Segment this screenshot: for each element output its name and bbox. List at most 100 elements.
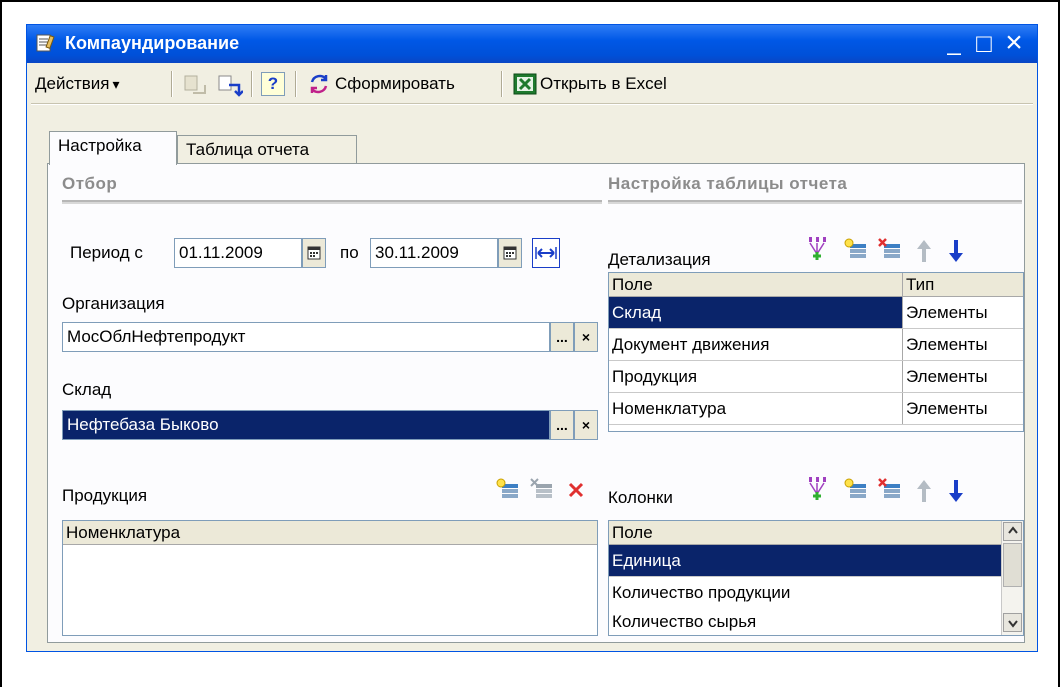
period-to-label: по	[340, 243, 359, 262]
close-button[interactable]: ×	[1001, 28, 1027, 58]
move-up-icon[interactable]	[914, 478, 934, 504]
detail-table-header: Поле Тип	[609, 273, 1023, 297]
actions-menu[interactable]: Действия ▾	[35, 67, 120, 101]
save-settings-icon[interactable]	[183, 73, 209, 97]
tab-report-table[interactable]: Таблица отчета	[177, 135, 357, 163]
warehouse-choose-button[interactable]: ...	[550, 410, 574, 440]
move-down-icon[interactable]	[946, 238, 966, 264]
table-row[interactable]: Склад Элементы	[609, 297, 1023, 329]
restore-settings-icon[interactable]	[217, 73, 243, 97]
excel-icon	[513, 73, 537, 95]
row-field: Единица	[609, 545, 1001, 576]
calendar-icon	[307, 246, 321, 260]
period-from-label: Период с	[70, 243, 143, 262]
tab-report-table-label: Таблица отчета	[186, 140, 310, 159]
vertical-scrollbar[interactable]	[1001, 521, 1023, 635]
scroll-down-button[interactable]	[1003, 613, 1022, 632]
row-field: Документ движения	[609, 329, 903, 360]
row-type: Элементы	[906, 366, 988, 386]
organization-label: Организация	[62, 294, 165, 313]
columns-table[interactable]: Поле Единица Количество продукции Количе…	[608, 520, 1024, 636]
toolbar-separator	[501, 71, 503, 97]
chevron-down-icon	[1007, 620, 1018, 628]
row-field: Номенклатура	[609, 393, 903, 424]
period-range-icon	[535, 247, 557, 259]
settings-tab-page: Отбор Период с 01.11.2009 по 30.11.2009 …	[47, 163, 1025, 643]
add-row-icon[interactable]	[496, 478, 520, 502]
tab-settings[interactable]: Настройка	[49, 131, 177, 165]
products-table-header: Номенклатура	[63, 521, 597, 545]
period-settings-button[interactable]	[532, 238, 560, 268]
add-row-icon[interactable]	[844, 238, 868, 262]
toolbar-separator	[171, 71, 173, 97]
filter-section-divider	[62, 200, 602, 204]
column-header-field[interactable]: Поле	[609, 521, 1001, 544]
toolbar-separator	[251, 71, 253, 97]
report-icon	[36, 34, 55, 52]
calendar-button[interactable]	[302, 238, 326, 268]
row-field: Количество сырья	[612, 612, 757, 631]
refresh-icon	[310, 74, 328, 94]
maximize-button[interactable]: □	[971, 30, 997, 57]
chevron-up-icon	[1007, 526, 1018, 534]
chevron-down-icon: ▾	[112, 75, 120, 92]
period-to-input[interactable]: 30.11.2009	[370, 238, 498, 268]
hierarchy-icon[interactable]	[806, 236, 830, 262]
detail-table[interactable]: Поле Тип Склад Элементы Документ движени…	[608, 272, 1024, 432]
table-row[interactable]: Единица	[609, 545, 1001, 577]
help-button[interactable]: ?	[261, 72, 285, 96]
open-in-excel-label: Открыть в Excel	[540, 74, 667, 93]
table-row[interactable]: Количество сырья	[609, 607, 1001, 635]
toolbar: Действия ▾ ? Сформировать Открыть в Exce…	[31, 67, 1031, 101]
remove-row-icon[interactable]	[878, 478, 902, 502]
organization-choose-button[interactable]: ...	[550, 322, 574, 352]
row-type: Элементы	[906, 334, 988, 354]
row-field: Склад	[609, 297, 903, 328]
warehouse-input[interactable]: Нефтебаза Быково	[62, 410, 550, 440]
row-type: Элементы	[906, 398, 988, 418]
title-bar[interactable]: Компаундирование _ □ ×	[27, 25, 1037, 63]
calendar-icon	[503, 246, 517, 260]
generate-label: Сформировать	[335, 74, 455, 93]
hierarchy-icon[interactable]	[806, 476, 830, 502]
warehouse-label: Склад	[62, 380, 112, 399]
toolbar-divider	[31, 103, 1033, 105]
row-field: Количество продукции	[612, 583, 791, 602]
actions-menu-label: Действия	[35, 74, 110, 93]
organization-clear-button[interactable]: ×	[574, 322, 598, 352]
report-settings-section-title: Настройка таблицы отчета	[608, 174, 848, 193]
filter-section-title: Отбор	[62, 174, 118, 193]
row-field: Продукция	[609, 361, 903, 392]
table-row[interactable]: Количество продукции	[609, 577, 1001, 609]
generate-button[interactable]: Сформировать	[307, 67, 455, 101]
scroll-up-button[interactable]	[1003, 522, 1022, 541]
column-header-nomenclature[interactable]: Номенклатура	[63, 521, 597, 544]
warehouse-clear-button[interactable]: ×	[574, 410, 598, 440]
add-row-icon[interactable]	[844, 478, 868, 502]
remove-row-icon[interactable]	[530, 478, 554, 502]
report-window: Компаундирование _ □ × Действия ▾ ? Сфор…	[26, 24, 1038, 652]
column-header-field[interactable]: Поле	[609, 273, 903, 296]
columns-table-header: Поле	[609, 521, 1001, 545]
remove-row-icon[interactable]	[878, 238, 902, 262]
window-title: Компаундирование	[65, 33, 240, 53]
open-in-excel-button[interactable]: Открыть в Excel	[513, 67, 667, 101]
products-table[interactable]: Номенклатура	[62, 520, 598, 636]
move-down-icon[interactable]	[946, 478, 966, 504]
organization-input[interactable]: МосОблНефтепродукт	[62, 322, 550, 352]
table-row[interactable]: Документ движения Элементы	[609, 329, 1023, 361]
calendar-button[interactable]	[498, 238, 522, 268]
minimize-button[interactable]: _	[941, 31, 967, 57]
period-from-input[interactable]: 01.11.2009	[174, 238, 302, 268]
tab-settings-label: Настройка	[58, 136, 142, 155]
detail-label: Детализация	[608, 250, 711, 269]
move-up-icon[interactable]	[914, 238, 934, 264]
table-row[interactable]: Номенклатура Элементы	[609, 393, 1023, 425]
scroll-thumb[interactable]	[1003, 543, 1022, 587]
column-header-type[interactable]: Тип	[903, 273, 1023, 296]
toolbar-separator	[295, 71, 297, 97]
delete-icon[interactable]	[566, 480, 586, 500]
table-row[interactable]: Продукция Элементы	[609, 361, 1023, 393]
help-icon: ?	[267, 74, 279, 93]
columns-label: Колонки	[608, 488, 673, 507]
